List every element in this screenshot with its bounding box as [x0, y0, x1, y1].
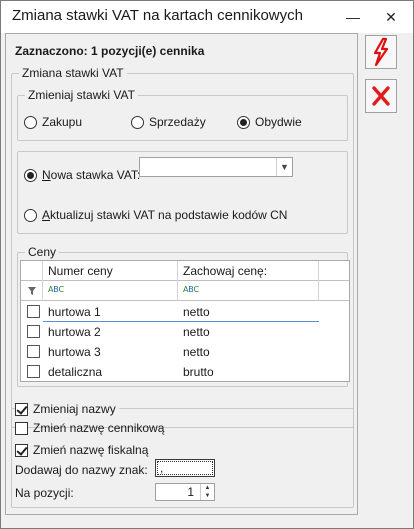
filter-cell-check: [21, 281, 43, 301]
cell-price-number: hurtowa 2: [48, 325, 101, 339]
radio-both-indicator[interactable]: [237, 115, 250, 129]
close-button[interactable]: ✕: [371, 1, 411, 33]
cell-keep-price: netto: [183, 345, 210, 359]
abc-filter-icon: ABC: [48, 285, 64, 294]
row-checkbox[interactable]: [27, 305, 40, 318]
radio-update-cn-indicator[interactable]: [24, 208, 37, 222]
grid-header: Numer ceny Zachowaj cenę:: [21, 261, 349, 281]
new-vat-rate-combo[interactable]: ▼: [139, 157, 293, 177]
checkbox-fiscal-name-label: Zmień nazwę fiskalną: [33, 443, 149, 457]
radio-sales[interactable]: Sprzedaży: [131, 115, 206, 129]
table-row[interactable]: hurtowa 2 netto: [21, 322, 349, 342]
filter-cell-price-number[interactable]: ABC: [43, 281, 178, 301]
column-header-price-number[interactable]: Numer ceny: [43, 261, 178, 281]
minimize-button[interactable]: —: [333, 1, 373, 33]
radio-update-cn-label: Aktualizuj stawki VAT na podstawie kodów…: [42, 208, 288, 222]
cell-keep-price: netto: [178, 302, 319, 322]
row-checkbox[interactable]: [27, 365, 40, 378]
funnel-icon[interactable]: [27, 286, 37, 296]
prices-group-label: Ceny: [25, 245, 60, 259]
checkbox-fiscal-name-box[interactable]: [15, 443, 28, 457]
filter-cell-keep-price[interactable]: ABC: [178, 281, 319, 301]
checkbox-price-list-name-label: Zmień nazwę cennikową: [33, 421, 165, 435]
radio-purchase-indicator[interactable]: [24, 115, 37, 129]
cell-price-number: hurtowa 3: [48, 345, 101, 359]
position-label: Na pozycji:: [15, 486, 74, 500]
radio-both[interactable]: Obydwie: [237, 115, 302, 129]
cancel-button[interactable]: [365, 79, 397, 113]
radio-purchase-label: Zakupu: [42, 115, 83, 129]
window-title: Zmiana stawki VAT na kartach cennikowych: [12, 7, 303, 24]
checkbox-price-list-name-box[interactable]: [15, 421, 28, 435]
table-row[interactable]: detaliczna brutto: [21, 362, 349, 382]
red-x-icon: [372, 86, 390, 106]
radio-update-cn[interactable]: Aktualizuj stawki VAT na podstawie kodów…: [24, 208, 287, 222]
title-bar: Zmiana stawki VAT na kartach cennikowych…: [1, 1, 413, 33]
add-char-input[interactable]: ,: [155, 459, 215, 477]
cell-keep-price: brutto: [183, 365, 214, 379]
change-rates-group-label: Zmieniaj stawki VAT: [25, 88, 138, 102]
table-row[interactable]: hurtowa 1 netto: [21, 302, 349, 322]
dropdown-arrow-icon[interactable]: ▼: [276, 158, 292, 176]
checkbox-fiscal-name[interactable]: Zmień nazwę fiskalną: [15, 443, 148, 457]
checkbox-change-names-label: Zmieniaj nazwy: [33, 402, 116, 416]
radio-purchase[interactable]: Zakupu: [24, 115, 82, 129]
cell-keep-price: netto: [183, 325, 210, 339]
main-panel: Zaznaczono: 1 pozycji(e) cennika Zmiana …: [5, 33, 358, 515]
radio-new-rate[interactable]: Nowa stawka VAT:: [24, 168, 140, 182]
vat-change-group-label: Zmiana stawki VAT: [19, 66, 127, 80]
run-button[interactable]: [365, 35, 397, 69]
checkbox-change-names[interactable]: Zmieniaj nazwy: [15, 402, 119, 416]
dialog-window: Zmiana stawki VAT na kartach cennikowych…: [0, 0, 414, 529]
add-char-value: ,: [160, 461, 164, 475]
selection-info: Zaznaczono: 1 pozycji(e) cennika: [15, 44, 205, 58]
position-value: 1: [187, 485, 194, 499]
row-checkbox[interactable]: [27, 325, 40, 338]
add-char-label: Dodawaj do nazwy znak:: [15, 463, 148, 477]
radio-sales-indicator[interactable]: [131, 115, 144, 129]
table-row[interactable]: hurtowa 3 netto: [21, 342, 349, 362]
grid-filter-row: ABC ABC: [21, 281, 349, 301]
cell-price-number: detaliczna: [48, 365, 103, 379]
checkbox-change-names-box[interactable]: [15, 402, 28, 416]
prices-grid: Numer ceny Zachowaj cenę: ABC ABC hurtow…: [20, 260, 350, 382]
row-checkbox[interactable]: [27, 345, 40, 358]
radio-both-label: Obydwie: [255, 115, 302, 129]
cell-price-number: hurtowa 1: [43, 302, 178, 322]
radio-sales-label: Sprzedaży: [149, 115, 206, 129]
column-header-keep-price[interactable]: Zachowaj cenę:: [178, 261, 319, 281]
spin-up-icon[interactable]: ▲: [200, 484, 214, 492]
change-rates-group: Zmieniaj stawki VAT Zakupu Sprzedaży Oby…: [17, 88, 348, 141]
abc-filter-icon: ABC: [183, 285, 199, 294]
checkbox-price-list-name[interactable]: Zmień nazwę cennikową: [15, 421, 164, 435]
radio-new-rate-indicator[interactable]: [24, 168, 37, 182]
radio-new-rate-label: Nowa stawka VAT:: [42, 168, 141, 182]
header-checkbox-col: [21, 261, 43, 281]
position-spinner[interactable]: 1 ▲ ▼: [155, 483, 215, 501]
lightning-icon: [373, 37, 389, 67]
spin-down-icon[interactable]: ▼: [200, 492, 214, 500]
